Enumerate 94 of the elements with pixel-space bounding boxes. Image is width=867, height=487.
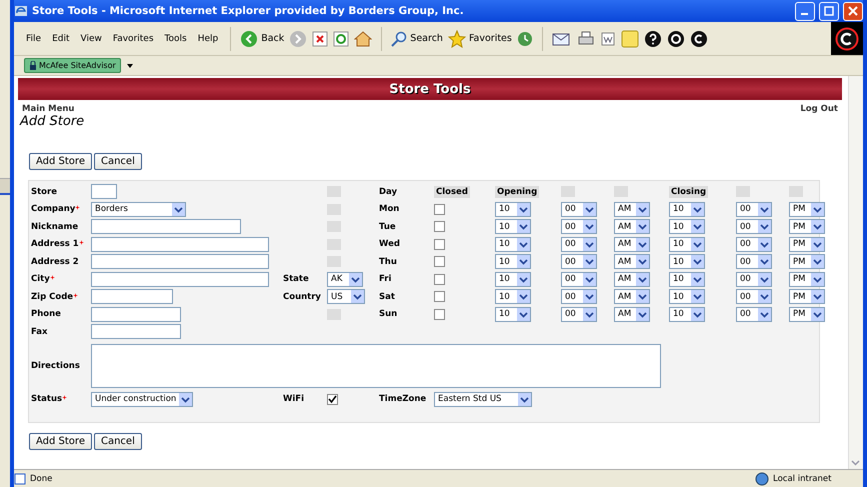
dropdown[interactable]: PM (789, 219, 825, 234)
menu-item[interactable]: Help (194, 34, 222, 44)
dropdown[interactable]: Under construction (91, 392, 193, 407)
field-label: WiFi (283, 394, 304, 404)
menu-item[interactable]: View (78, 34, 105, 44)
field-label: State (283, 274, 309, 284)
day-label: Tue (379, 222, 396, 232)
dropdown[interactable]: 00 (736, 306, 772, 322)
search-button[interactable]: Search (391, 30, 443, 46)
log-out-link[interactable]: Log Out (800, 104, 838, 114)
dropdown[interactable]: PM (789, 254, 825, 270)
field-label: Directions (31, 360, 80, 370)
day-label: Sun (379, 309, 398, 320)
dropdown[interactable]: 00 (561, 289, 597, 304)
dropdown[interactable]: 00 (736, 236, 772, 252)
main-menu-link[interactable]: Main Menu (22, 104, 74, 114)
dropdown[interactable]: 00 (736, 254, 772, 270)
dropdown[interactable]: 00 (736, 219, 772, 234)
field-label: Phone (31, 309, 61, 320)
page-banner: Store Tools (18, 78, 842, 100)
dropdown[interactable]: 00 (561, 236, 597, 252)
menu-item[interactable]: File (23, 34, 44, 44)
dropdown[interactable]: PM (789, 306, 825, 322)
dropdown[interactable]: 10 (669, 254, 705, 270)
field-label: Nickname (31, 222, 78, 232)
dropdown[interactable]: 10 (669, 202, 705, 217)
dropdown[interactable]: AM (614, 236, 650, 252)
day-label: Wed (379, 239, 400, 250)
dropdown[interactable]: 00 (736, 202, 772, 217)
add-store-button[interactable]: Add Store (29, 433, 92, 450)
dropdown[interactable]: 10 (495, 236, 531, 252)
dropdown[interactable]: 10 (495, 272, 531, 287)
favorites-button[interactable]: Favorites (448, 30, 512, 48)
dropdown[interactable]: PM (789, 236, 825, 252)
dropdown[interactable]: Borders (91, 202, 186, 217)
field-label: Address 1 (31, 239, 79, 250)
dropdown[interactable]: 10 (669, 306, 705, 322)
dropdown[interactable]: PM (789, 289, 825, 304)
column-header: Day (379, 186, 398, 197)
status-text: Done (30, 474, 54, 484)
dropdown[interactable]: PM (789, 202, 825, 217)
zone-text: Local intranet (773, 474, 832, 484)
dropdown[interactable]: 00 (561, 202, 597, 217)
menu-item[interactable]: Edit (49, 34, 72, 44)
cancel-button[interactable]: Cancel (94, 153, 142, 170)
field-label: Status (31, 394, 62, 404)
field-label: Company (31, 204, 76, 214)
dropdown[interactable]: 10 (495, 306, 531, 322)
menu-item[interactable]: Tools (162, 34, 190, 44)
dropdown[interactable]: 00 (736, 272, 772, 287)
dropdown[interactable]: AM (614, 219, 650, 234)
dropdown[interactable]: AK (327, 272, 363, 287)
menu-item[interactable]: Favorites (110, 34, 157, 44)
day-label: Mon (379, 204, 400, 214)
dropdown[interactable]: AM (614, 254, 650, 270)
dropdown[interactable]: 10 (669, 289, 705, 304)
field-label: Zip Code (31, 292, 74, 302)
column-header: Closed (434, 186, 470, 198)
dropdown[interactable]: 10 (495, 254, 531, 270)
dropdown[interactable]: AM (614, 272, 650, 287)
column-header: Closing (669, 186, 708, 198)
field-label: Store (31, 186, 57, 197)
dropdown[interactable]: 00 (561, 219, 597, 234)
dropdown[interactable]: 10 (495, 289, 531, 304)
dropdown[interactable]: 10 (495, 202, 531, 217)
dropdown[interactable]: AM (614, 306, 650, 322)
add-store-button[interactable]: Add Store (29, 153, 92, 170)
dropdown[interactable]: 10 (669, 236, 705, 252)
dropdown[interactable]: 00 (736, 289, 772, 304)
column-header: Opening (495, 186, 540, 198)
field-label: TimeZone (379, 394, 426, 404)
day-label: Sat (379, 292, 395, 302)
dropdown[interactable]: AM (614, 202, 650, 217)
day-label: Thu (379, 256, 397, 267)
field-label: Address 2 (31, 256, 79, 267)
window-title: Store Tools - Microsoft Internet Explorer provided by Borders Group, Inc. (32, 5, 465, 17)
cancel-button[interactable]: Cancel (94, 433, 142, 450)
dropdown[interactable]: 00 (561, 254, 597, 270)
field-label: City (31, 274, 50, 284)
dropdown[interactable]: AM (614, 289, 650, 304)
dropdown[interactable]: Eastern Std US (434, 392, 532, 407)
dropdown[interactable]: 00 (561, 272, 597, 287)
siteadvisor-button[interactable]: McAfee SiteAdvisor (24, 58, 121, 73)
dropdown[interactable]: 00 (561, 306, 597, 322)
field-label: Fax (31, 326, 48, 337)
back-button[interactable]: Back (240, 30, 284, 48)
dropdown[interactable]: 10 (669, 219, 705, 234)
dropdown[interactable]: 10 (669, 272, 705, 287)
field-label: Country (283, 292, 321, 302)
dropdown[interactable]: US (327, 289, 365, 304)
dropdown[interactable]: PM (789, 272, 825, 287)
page-heading: Add Store (18, 114, 86, 129)
dropdown[interactable]: 10 (495, 219, 531, 234)
day-label: Fri (379, 274, 392, 284)
